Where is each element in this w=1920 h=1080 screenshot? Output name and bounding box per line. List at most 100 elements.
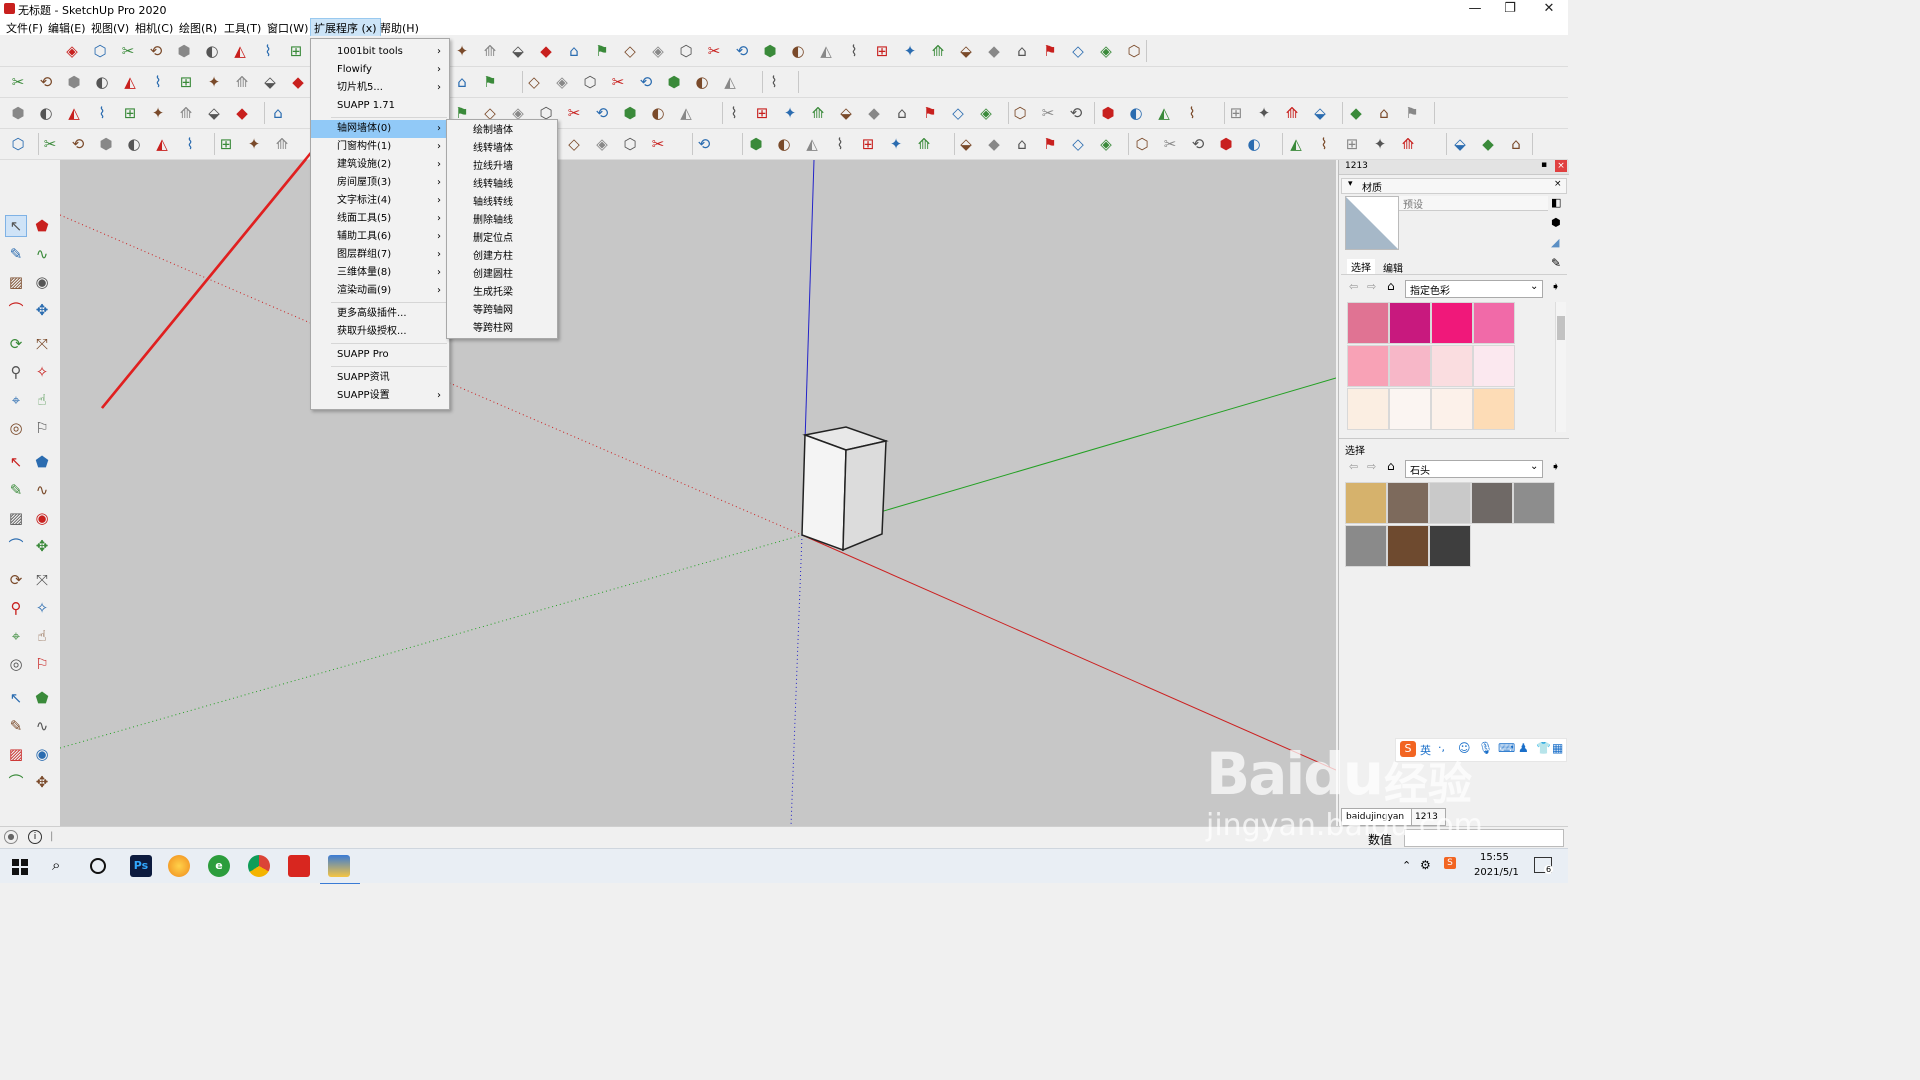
menu-draw[interactable]: 绘图(R) (177, 20, 219, 36)
toolbar-tool-icon[interactable]: ⬡ (580, 72, 600, 92)
left-toolbar-tool-icon[interactable]: ✎ (6, 244, 26, 264)
ext-menu-item[interactable]: SUAPP Pro (311, 346, 449, 364)
left-toolbar-tool-icon[interactable]: ☝ (32, 626, 52, 646)
submenu-item[interactable]: 删定位点 (447, 230, 557, 248)
submenu-item[interactable]: 等跨柱网 (447, 320, 557, 338)
toolbar-tool-icon[interactable]: ⬡ (676, 41, 696, 61)
left-toolbar-tool-icon[interactable]: ✧ (32, 598, 52, 618)
toolbar-tool-icon[interactable]: ✂ (1038, 103, 1058, 123)
material-swatch[interactable] (1473, 345, 1515, 387)
toolbar-tool-icon[interactable]: ◆ (864, 103, 884, 123)
ext-menu-item[interactable]: 门窗构件(1) › (311, 138, 449, 156)
toolbar-tool-icon[interactable]: ⌇ (258, 41, 278, 61)
toolbar-tool-icon[interactable]: ◇ (948, 103, 968, 123)
forward-icon-2[interactable]: ⇨ (1367, 460, 1376, 473)
toolbar-tool-icon[interactable]: ⊞ (752, 103, 772, 123)
microphone-icon[interactable]: 🎙 (1478, 741, 1493, 755)
material-swatch[interactable] (1431, 388, 1473, 430)
geo-location-icon[interactable]: ● (4, 830, 18, 844)
details-arrow-icon[interactable]: ➧ (1551, 280, 1560, 293)
toolbar-tool-icon[interactable]: ◐ (36, 103, 56, 123)
toolbar-tool-icon[interactable]: ✦ (452, 41, 472, 61)
tab-select[interactable]: 选择 (1347, 259, 1375, 274)
tray-close-icon[interactable]: × (1555, 160, 1567, 172)
toolbar-tool-icon[interactable]: ⊞ (872, 41, 892, 61)
ext-menu-item[interactable]: 渲染动画(9) › (311, 282, 449, 300)
left-toolbar-tool-icon[interactable]: ⌖ (6, 626, 26, 646)
ext-menu-item[interactable]: 房间屋顶(3) › (311, 174, 449, 192)
toolbar-tool-icon[interactable]: ◇ (524, 72, 544, 92)
left-toolbar-tool-icon[interactable]: ✎ (6, 480, 26, 500)
left-toolbar-tool-icon[interactable]: ⚐ (32, 654, 52, 674)
toolbar-tool-icon[interactable]: ◭ (64, 103, 84, 123)
maximize-button[interactable]: ❐ (1493, 0, 1527, 18)
toolbar-tool-icon[interactable]: ◆ (984, 134, 1004, 154)
toolbar-tool-icon[interactable]: ◭ (720, 72, 740, 92)
grid-menu-icon[interactable]: ▦ (1552, 741, 1563, 755)
toolbar-tool-icon[interactable]: ⟲ (36, 72, 56, 92)
submenu-item[interactable]: 绘制墙体 (447, 122, 557, 140)
toolbar-tool-icon[interactable]: ⬢ (746, 134, 766, 154)
left-toolbar-tool-icon[interactable]: ⤧ (32, 570, 52, 590)
toolbar-tool-icon[interactable]: ⌂ (1012, 134, 1032, 154)
ext-menu-item[interactable]: 图层群组(7) › (311, 246, 449, 264)
left-toolbar-tool-icon[interactable]: ⟳ (6, 570, 26, 590)
toolbar-tool-icon[interactable]: ✦ (780, 103, 800, 123)
keyboard-icon[interactable]: ⌨ (1498, 741, 1515, 755)
toolbar-tool-icon[interactable]: ⬢ (664, 72, 684, 92)
box-model[interactable] (801, 426, 889, 552)
toolbar-tool-icon[interactable]: ⬢ (1098, 103, 1118, 123)
left-toolbar-tool-icon[interactable]: ◉ (32, 508, 52, 528)
left-toolbar-tool-icon[interactable]: ✥ (32, 536, 52, 556)
toolbar-tool-icon[interactable]: ◈ (62, 41, 82, 61)
toolbar-tool-icon[interactable]: ⬢ (620, 103, 640, 123)
tray-app-icon[interactable]: ⚙ (1420, 858, 1431, 872)
menu-file[interactable]: 文件(F) (4, 20, 45, 36)
toolbar-tool-icon[interactable]: ✂ (8, 72, 28, 92)
back-icon[interactable]: ⇦ (1349, 280, 1358, 293)
toolbar-tool-icon[interactable]: ⌂ (892, 103, 912, 123)
toolbar-tool-icon[interactable]: ⌇ (844, 41, 864, 61)
toolbar-tool-icon[interactable]: ⌂ (452, 72, 472, 92)
windows-start-icon[interactable] (12, 859, 28, 875)
left-toolbar-tool-icon[interactable]: ⤧ (32, 334, 52, 354)
toolbar-tool-icon[interactable]: ⟲ (732, 41, 752, 61)
toolbar-tool-icon[interactable]: ⊞ (176, 72, 196, 92)
toolbar-tool-icon[interactable]: ⊞ (120, 103, 140, 123)
toolbar-tool-icon[interactable]: ⬙ (956, 134, 976, 154)
toolbar-tool-icon[interactable]: ⚑ (592, 41, 612, 61)
toolbar-tool-icon[interactable]: ⬡ (8, 134, 28, 154)
toolbar-tool-icon[interactable]: ⚑ (1040, 41, 1060, 61)
minimize-button[interactable]: — (1458, 0, 1492, 18)
display-secondary-icon[interactable]: ◧ (1551, 196, 1561, 209)
left-toolbar-tool-icon[interactable]: ◉ (32, 744, 52, 764)
left-toolbar-tool-icon[interactable]: ◎ (6, 654, 26, 674)
submenu-item[interactable]: 生成托梁 (447, 284, 557, 302)
toolbar-tool-icon[interactable]: ◆ (288, 72, 308, 92)
ext-menu-item[interactable]: 三维体量(8) › (311, 264, 449, 282)
tab-edit[interactable]: 编辑 (1383, 260, 1403, 275)
toolbar-tool-icon[interactable]: ⬢ (760, 41, 780, 61)
submenu-item[interactable]: 等跨轴网 (447, 302, 557, 320)
toolbar-tool-icon[interactable]: ✂ (648, 134, 668, 154)
material-name-field[interactable]: 预设 (1399, 196, 1548, 211)
submenu-item[interactable]: 轴线转线 (447, 194, 557, 212)
toolbar-tool-icon[interactable]: ⬢ (1216, 134, 1236, 154)
toolbar-tool-icon[interactable]: ◇ (620, 41, 640, 61)
toolbar-tool-icon[interactable]: ◈ (1096, 41, 1116, 61)
toolbar-tool-icon[interactable]: ◭ (802, 134, 822, 154)
left-toolbar-tool-icon[interactable]: ⚐ (32, 418, 52, 438)
toolbar-tool-icon[interactable]: ⟲ (694, 134, 714, 154)
toolbar-tool-icon[interactable]: ⬢ (64, 72, 84, 92)
toolbar-tool-icon[interactable]: ⬙ (260, 72, 280, 92)
submenu-item[interactable]: 删除轴线 (447, 212, 557, 230)
toolbar-tool-icon[interactable]: ⌇ (148, 72, 168, 92)
material-swatch[interactable] (1347, 388, 1389, 430)
menu-view[interactable]: 视图(V) (89, 20, 131, 36)
stone-material-swatch[interactable] (1429, 482, 1471, 524)
toolbar-tool-icon[interactable]: ✦ (886, 134, 906, 154)
task-view-icon[interactable] (90, 858, 106, 874)
ext-menu-item[interactable]: 建筑设施(2) › (311, 156, 449, 174)
stone-material-swatch[interactable] (1345, 482, 1387, 524)
toolbar-tool-icon[interactable]: ⬡ (1124, 41, 1144, 61)
